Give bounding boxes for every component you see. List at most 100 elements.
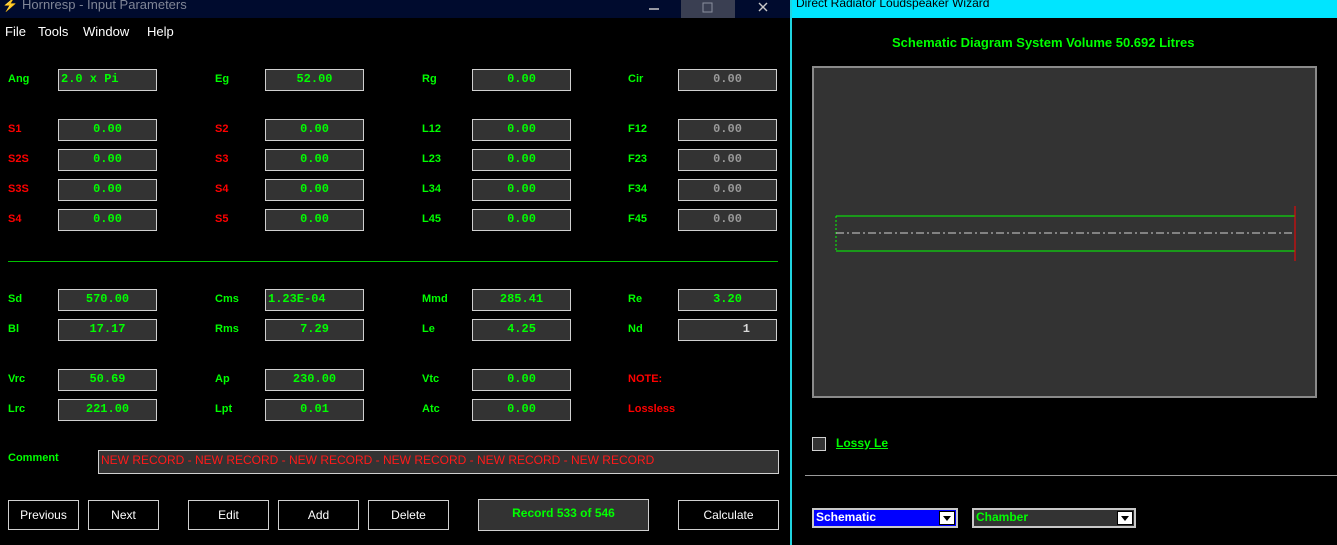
param-field[interactable]: 0.00 xyxy=(58,119,157,141)
param-field[interactable]: 221.00 xyxy=(58,399,157,421)
menu-window[interactable]: Window xyxy=(83,24,129,39)
param-field[interactable]: 7.29 xyxy=(265,319,364,341)
param-field[interactable]: 1.23E-04 xyxy=(265,289,364,311)
section-divider xyxy=(8,261,778,262)
param-label: S5 xyxy=(215,213,229,225)
param-label: Mmd xyxy=(422,293,448,305)
param-label: Lrc xyxy=(8,403,26,415)
param-label: Ap xyxy=(215,373,230,385)
param-field[interactable]: 3.20 xyxy=(678,289,777,311)
param-label: Cir xyxy=(628,73,644,85)
view-dropdown-value: Schematic xyxy=(816,510,877,524)
param-field[interactable]: 0.00 xyxy=(58,179,157,201)
param-field[interactable]: 0.00 xyxy=(472,209,571,231)
delete-button[interactable]: Delete xyxy=(368,500,449,530)
param-field[interactable]: 0.00 xyxy=(678,149,777,171)
param-field[interactable]: 17.17 xyxy=(58,319,157,341)
chamber-schematic xyxy=(835,206,1296,261)
param-label: Vrc xyxy=(8,373,26,385)
param-field[interactable]: 0.00 xyxy=(58,149,157,171)
param-label: Rg xyxy=(422,73,437,85)
param-label: L45 xyxy=(422,213,441,225)
param-field[interactable]: 0.00 xyxy=(265,179,364,201)
menu-help[interactable]: Help xyxy=(147,24,174,39)
wizard-title: Direct Radiator Loudspeaker Wizard xyxy=(796,0,990,10)
param-field[interactable]: 0.00 xyxy=(678,119,777,141)
maximize-icon xyxy=(702,2,713,13)
param-label: S2 xyxy=(215,123,229,135)
param-label: NOTE: xyxy=(628,373,663,385)
param-field[interactable]: 0.00 xyxy=(265,149,364,171)
window-title: Hornresp - Input Parameters xyxy=(22,0,187,12)
app-lightning-icon: ⚡ xyxy=(2,0,19,12)
param-label: Le xyxy=(422,323,435,335)
view-dropdown[interactable]: Schematic xyxy=(812,508,958,528)
param-label: Rms xyxy=(215,323,239,335)
param-label: Atc xyxy=(422,403,440,415)
close-icon xyxy=(758,2,768,12)
param-label: Lpt xyxy=(215,403,233,415)
lossy-le-checkbox[interactable] xyxy=(812,437,826,451)
title-bar[interactable]: ⚡ Hornresp - Input Parameters xyxy=(0,0,790,18)
param-label: Vtc xyxy=(422,373,440,385)
param-field[interactable]: 2.0 x Pi xyxy=(58,69,157,91)
param-field[interactable]: 285.41 xyxy=(472,289,571,311)
param-label: S4 xyxy=(8,213,22,225)
param-label: Re xyxy=(628,293,643,305)
param-field[interactable]: 1 xyxy=(678,319,777,341)
menu-file[interactable]: File xyxy=(5,24,26,39)
chamber-dropdown-value: Chamber xyxy=(976,510,1029,524)
param-label: Lossless xyxy=(628,403,676,415)
record-status: Record 533 of 546 xyxy=(478,499,649,531)
param-field[interactable]: 0.00 xyxy=(472,399,571,421)
param-label: F23 xyxy=(628,153,647,165)
param-label: Sd xyxy=(8,293,23,305)
chevron-down-icon[interactable] xyxy=(1117,511,1133,525)
chevron-down-icon[interactable] xyxy=(939,511,955,525)
previous-button[interactable]: Previous xyxy=(8,500,79,530)
param-label: Eg xyxy=(215,73,230,85)
param-field[interactable]: 0.00 xyxy=(678,69,777,91)
param-label: F12 xyxy=(628,123,647,135)
add-button[interactable]: Add xyxy=(278,500,359,530)
param-label: S2S xyxy=(8,153,29,165)
param-label: S3 xyxy=(215,153,229,165)
minimize-icon xyxy=(649,8,659,10)
param-label: Nd xyxy=(628,323,643,335)
minimize-button[interactable] xyxy=(627,0,681,18)
comment-field[interactable]: NEW RECORD - NEW RECORD - NEW RECORD - N… xyxy=(98,450,779,474)
param-label: Cms xyxy=(215,293,239,305)
edit-button[interactable]: Edit xyxy=(188,500,269,530)
param-field[interactable]: 0.00 xyxy=(265,119,364,141)
param-field[interactable]: 0.00 xyxy=(265,209,364,231)
param-field[interactable]: 0.00 xyxy=(472,179,571,201)
param-field[interactable]: 230.00 xyxy=(265,369,364,391)
param-field[interactable]: 0.00 xyxy=(678,179,777,201)
chamber-dropdown[interactable]: Chamber xyxy=(972,508,1136,528)
param-label: S1 xyxy=(8,123,22,135)
close-button[interactable] xyxy=(736,0,790,18)
param-field[interactable]: 0.00 xyxy=(472,119,571,141)
param-label: Ang xyxy=(8,73,30,85)
param-field[interactable]: 50.69 xyxy=(58,369,157,391)
calculate-button[interactable]: Calculate xyxy=(678,500,779,530)
wizard-title-bar[interactable]: Direct Radiator Loudspeaker Wizard xyxy=(792,0,1337,18)
param-field[interactable]: 570.00 xyxy=(58,289,157,311)
next-button[interactable]: Next xyxy=(88,500,159,530)
lossy-le-label[interactable]: Lossy Le xyxy=(836,436,888,450)
schematic-title: Schematic Diagram System Volume 50.692 L… xyxy=(892,35,1195,50)
param-field[interactable]: 0.00 xyxy=(472,369,571,391)
param-label: L34 xyxy=(422,183,441,195)
param-field[interactable]: 0.00 xyxy=(678,209,777,231)
param-label: F34 xyxy=(628,183,647,195)
param-field[interactable]: 4.25 xyxy=(472,319,571,341)
param-field[interactable]: 0.00 xyxy=(472,149,571,171)
menu-tools[interactable]: Tools xyxy=(38,24,68,39)
wizard-divider xyxy=(805,475,1337,476)
param-field[interactable]: 52.00 xyxy=(265,69,364,91)
param-field[interactable]: 0.00 xyxy=(58,209,157,231)
param-label: L12 xyxy=(422,123,441,135)
param-field[interactable]: 0.01 xyxy=(265,399,364,421)
param-field[interactable]: 0.00 xyxy=(472,69,571,91)
maximize-button[interactable] xyxy=(681,0,735,18)
